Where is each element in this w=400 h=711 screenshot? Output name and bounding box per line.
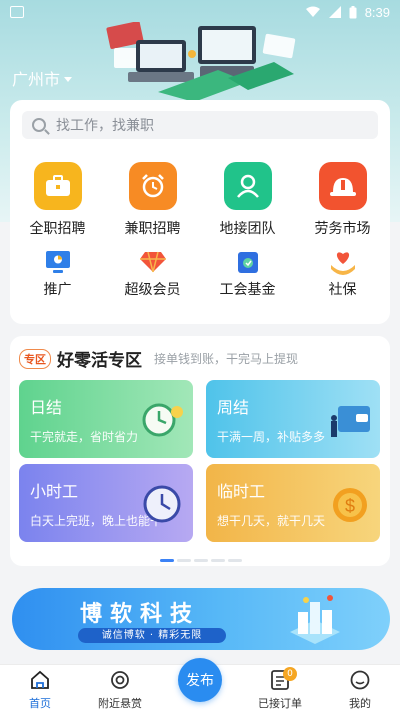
category-label: 兼职招聘 — [124, 221, 181, 237]
city-blocks-illustration — [290, 595, 340, 644]
profile-icon — [349, 669, 371, 691]
tile-desc: 想干几天，就干几天 — [217, 514, 326, 528]
tab-profile[interactable]: 我的 — [320, 669, 400, 711]
service-label: 推广 — [43, 282, 72, 298]
carousel-dot[interactable] — [160, 559, 174, 562]
status-bar: 8:39 — [0, 0, 400, 24]
zone-header: 专区 好零活专区 接单钱到账，干完马上提现 — [19, 346, 298, 371]
coin-icon: $ — [333, 488, 367, 522]
category-label: 全职招聘 — [29, 221, 86, 237]
tile-desc: 干满一周，补贴多多 — [217, 430, 326, 444]
category-label: 地接团队 — [219, 221, 276, 237]
zone-subtitle: 接单钱到账，干完马上提现 — [154, 352, 299, 366]
gig-zone-card: 专区 好零活专区 接单钱到账，干完马上提现 日结 干完就走，省时省力 周结 干满… — [10, 336, 390, 566]
briefcase-icon — [33, 162, 82, 210]
diamond-icon — [138, 248, 168, 276]
banner-slogan: 诚信博软 · 精彩无限 — [78, 628, 226, 643]
clock-icon — [142, 403, 183, 437]
service-union-fund[interactable]: 工会基金 — [200, 248, 295, 299]
tab-label: 附近悬赏 — [98, 697, 142, 710]
clock-icon — [143, 485, 181, 523]
tile-title: 小时工 — [30, 482, 79, 501]
tile-title: 临时工 — [217, 482, 266, 501]
carousel-dot[interactable] — [177, 559, 191, 562]
tab-home[interactable]: 首页 — [0, 669, 80, 711]
search-placeholder: 找工作，找兼职 — [56, 118, 154, 134]
wifi-icon — [305, 6, 320, 17]
service-label: 社保 — [328, 282, 357, 298]
tab-label: 已接订单 — [258, 697, 302, 710]
hardhat-icon — [318, 162, 367, 210]
city-label: 广州市 — [12, 70, 61, 89]
tab-nearby-rewards[interactable]: 附近悬赏 — [80, 669, 160, 711]
search-icon — [32, 118, 46, 132]
tile-desc: 干完就走，省时省力 — [30, 430, 139, 444]
tile-title: 周结 — [217, 398, 250, 417]
service-social-security[interactable]: 社保 — [295, 248, 390, 299]
nearby-icon — [109, 669, 131, 691]
zone-title: 好零活专区 — [57, 351, 142, 371]
zone-badge: 专区 — [19, 348, 51, 369]
tab-label: 首页 — [29, 697, 51, 710]
tile-daily-pay[interactable]: 日结 干完就走，省时省力 — [19, 380, 193, 458]
tile-hourly-work[interactable]: 小时工 白天上完班，晚上也能干 — [19, 464, 193, 542]
caret-down-icon — [64, 76, 73, 82]
carousel-dot[interactable] — [211, 559, 225, 562]
fund-wallet-icon — [233, 248, 263, 276]
service-label: 超级会员 — [124, 282, 181, 298]
category-label: 劳务市场 — [314, 221, 371, 237]
category-fulltime[interactable]: 全职招聘 — [10, 162, 105, 238]
tile-weekly-pay[interactable]: 周结 干满一周，补贴多多 — [206, 380, 380, 458]
tile-title: 日结 — [30, 398, 63, 417]
service-vip[interactable]: 超级会员 — [105, 248, 200, 299]
carousel-dot[interactable] — [194, 559, 208, 562]
publish-button[interactable]: 发布 — [178, 658, 222, 702]
publish-label: 发布 — [186, 673, 214, 689]
carousel-dot[interactable] — [228, 559, 242, 562]
service-label: 工会基金 — [219, 282, 276, 298]
signal-icon — [328, 6, 341, 18]
svg-text:$: $ — [345, 496, 355, 516]
promo-banner[interactable]: 博软科技 诚信博软 · 精彩无限 — [12, 588, 390, 650]
team-icon — [223, 162, 272, 210]
category-labor[interactable]: 劳务市场 — [295, 162, 390, 238]
category-team[interactable]: 地接团队 — [200, 162, 295, 238]
wallet-icon — [331, 406, 370, 437]
tile-temp-work[interactable]: 临时工 想干几天，就干几天 $ — [206, 464, 380, 542]
main-card: 找工作，找兼职 全职招聘 兼职招聘 地接团队 劳务市场 推广 超级会员 工会基金… — [10, 100, 390, 324]
header-illustration — [106, 22, 296, 102]
category-parttime[interactable]: 兼职招聘 — [105, 162, 200, 238]
category-grid: 全职招聘 兼职招聘 地接团队 劳务市场 — [10, 162, 390, 238]
promo-monitor-icon — [43, 248, 73, 276]
city-selector[interactable]: 广州市 — [12, 66, 73, 90]
heart-hand-icon — [328, 248, 358, 276]
service-promote[interactable]: 推广 — [10, 248, 105, 299]
battery-icon — [349, 5, 357, 18]
carousel-indicator — [160, 559, 242, 562]
tab-label: 我的 — [349, 697, 371, 710]
gallery-notification-icon — [10, 6, 24, 18]
clock-time: 8:39 — [364, 4, 390, 20]
orders-count-badge: 0 — [283, 667, 297, 681]
banner-title: 博软科技 — [80, 602, 201, 627]
home-icon — [29, 669, 51, 691]
search-input[interactable]: 找工作，找兼职 — [22, 111, 378, 139]
service-grid: 推广 超级会员 工会基金 社保 — [10, 248, 390, 299]
alarm-clock-icon — [128, 162, 177, 210]
tab-accepted-orders[interactable]: 已接订单 — [240, 669, 320, 711]
